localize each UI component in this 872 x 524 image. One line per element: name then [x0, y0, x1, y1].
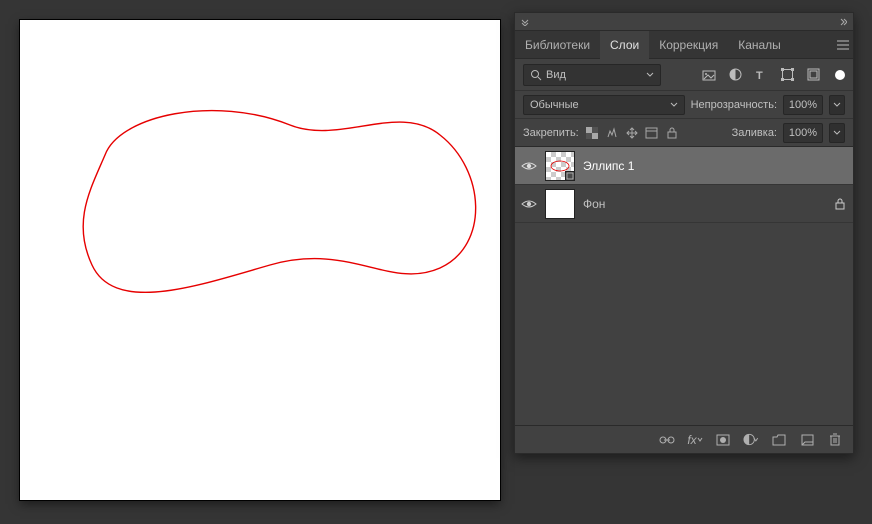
- opacity-chevron[interactable]: [829, 95, 845, 115]
- filter-shape-icon[interactable]: [779, 67, 795, 83]
- layer-thumbnail[interactable]: [545, 151, 575, 181]
- opacity-label: Непрозрачность:: [691, 99, 777, 111]
- tab-channels[interactable]: Каналы: [728, 31, 791, 59]
- tab-layers[interactable]: Слои: [600, 31, 649, 59]
- panel-header: [515, 13, 853, 31]
- layer-row[interactable]: Фон: [515, 185, 853, 223]
- new-layer-icon[interactable]: [799, 432, 815, 448]
- chevron-down-icon: [646, 71, 654, 79]
- shape-badge-icon: [565, 171, 575, 181]
- filter-type-icon[interactable]: T: [753, 67, 769, 83]
- visibility-toggle-icon[interactable]: [521, 158, 537, 174]
- shape-ellipse-path: [83, 111, 476, 293]
- filter-adjustment-icon[interactable]: [727, 67, 743, 83]
- panel-menu-icon[interactable]: [833, 31, 853, 58]
- lock-transparency-icon[interactable]: [585, 126, 599, 140]
- expand-panel-icon[interactable]: [839, 18, 847, 26]
- search-icon: [530, 69, 542, 81]
- layer-mask-icon[interactable]: [715, 432, 731, 448]
- filter-toggle-dot[interactable]: [835, 70, 845, 80]
- panel-tabs: Библиотеки Слои Коррекция Каналы: [515, 31, 853, 59]
- lock-image-icon[interactable]: [605, 126, 619, 140]
- lock-label: Закрепить:: [523, 127, 579, 139]
- chevron-down-icon: [670, 101, 678, 109]
- new-group-icon[interactable]: [771, 432, 787, 448]
- fill-chevron[interactable]: [829, 123, 845, 143]
- layers-panel: Библиотеки Слои Коррекция Каналы Вид T О…: [514, 12, 854, 454]
- fill-label: Заливка:: [732, 127, 777, 139]
- opacity-value[interactable]: 100%: [783, 95, 823, 115]
- blend-mode-select[interactable]: Обычные: [523, 95, 685, 115]
- visibility-toggle-icon[interactable]: [521, 196, 537, 212]
- delete-layer-icon[interactable]: [827, 432, 843, 448]
- layers-list: Эллипс 1 Фон: [515, 147, 853, 425]
- layer-name: Фон: [583, 197, 605, 211]
- svg-text:T: T: [756, 70, 763, 81]
- tab-adjustments[interactable]: Коррекция: [649, 31, 728, 59]
- filter-smart-icon[interactable]: [805, 67, 821, 83]
- collapse-panel-icon[interactable]: [521, 18, 529, 26]
- lock-indicator-icon: [833, 197, 847, 211]
- filter-kind-select[interactable]: Вид: [523, 64, 661, 86]
- lock-position-icon[interactable]: [625, 126, 639, 140]
- filter-kind-label: Вид: [546, 69, 566, 81]
- blend-mode-value: Обычные: [530, 99, 579, 111]
- lock-row: Закрепить: Заливка: 100%: [515, 119, 853, 147]
- filter-pixel-icon[interactable]: [701, 67, 717, 83]
- layer-filter-row: Вид T: [515, 59, 853, 91]
- fill-value[interactable]: 100%: [783, 123, 823, 143]
- document-canvas[interactable]: [20, 20, 500, 500]
- layer-style-icon[interactable]: fx: [687, 432, 703, 448]
- panel-footer: fx: [515, 425, 853, 453]
- adjustment-layer-icon[interactable]: [743, 432, 759, 448]
- lock-all-icon[interactable]: [665, 126, 679, 140]
- layer-thumbnail[interactable]: [545, 189, 575, 219]
- link-layers-icon[interactable]: [659, 432, 675, 448]
- layer-name: Эллипс 1: [583, 159, 634, 173]
- blend-opacity-row: Обычные Непрозрачность: 100%: [515, 91, 853, 119]
- lock-artboard-icon[interactable]: [645, 126, 659, 140]
- layer-row[interactable]: Эллипс 1: [515, 147, 853, 185]
- tab-libraries[interactable]: Библиотеки: [515, 31, 600, 59]
